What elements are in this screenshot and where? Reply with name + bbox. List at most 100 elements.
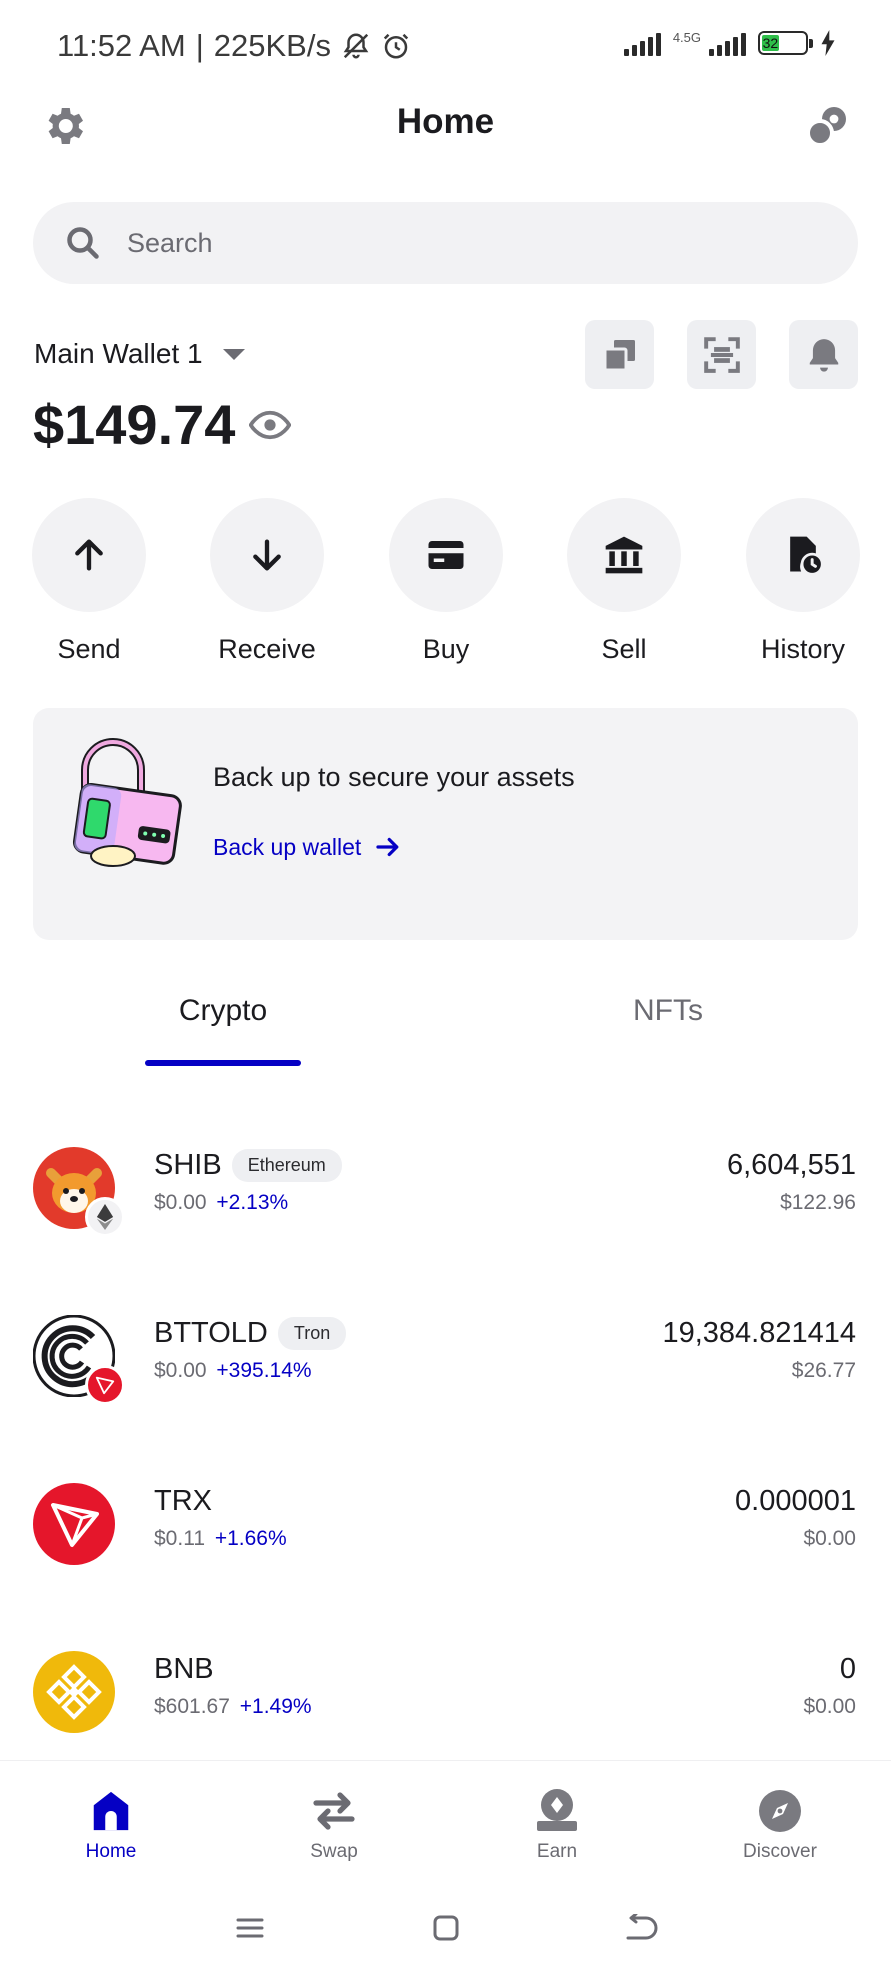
trx-logo-icon <box>33 1483 115 1565</box>
asset-row-bttold[interactable]: BTTOLD Tron $0.00 +395.14% 19,384.821414… <box>32 1303 858 1405</box>
sell-circle[interactable] <box>567 498 681 612</box>
copy-address-button[interactable] <box>585 320 654 389</box>
bank-icon <box>605 536 643 574</box>
asset-price: $0.11 <box>154 1527 205 1550</box>
page-title: Home <box>396 102 495 141</box>
history-button[interactable]: History <box>746 498 860 665</box>
ethereum-badge-icon <box>85 1197 125 1237</box>
wallet-name: Main Wallet 1 <box>34 338 203 369</box>
wallet-balance: $149.74 <box>33 393 236 456</box>
back-icon[interactable] <box>626 1914 660 1942</box>
asset-price: $0.00 <box>154 1359 207 1382</box>
buy-button[interactable]: Buy <box>389 498 503 665</box>
status-separator: | <box>195 28 204 63</box>
backup-wallet-link[interactable]: Back up wallet <box>213 832 403 862</box>
active-tab-indicator <box>145 1060 301 1066</box>
search-bar[interactable] <box>33 202 858 284</box>
send-circle[interactable] <box>32 498 146 612</box>
nav-swap[interactable]: Swap <box>254 1787 414 1863</box>
asset-symbol-row: BNB <box>154 1653 214 1686</box>
asset-price-row: $0.00 +395.14% <box>154 1359 312 1383</box>
compass-icon <box>759 1790 801 1832</box>
tab-crypto[interactable]: Crypto <box>145 994 301 1028</box>
nav-home[interactable]: Home <box>31 1787 191 1863</box>
history-icon <box>790 536 824 576</box>
receive-button[interactable]: Receive <box>210 498 324 665</box>
send-button[interactable]: Send <box>32 498 146 665</box>
nav-discover-label: Discover <box>743 1841 817 1862</box>
asset-symbol: BNB <box>154 1653 214 1685</box>
receive-label: Receive <box>218 634 316 664</box>
card-icon <box>428 541 464 569</box>
send-label: Send <box>57 634 121 664</box>
buy-circle[interactable] <box>389 498 503 612</box>
asset-symbol-row: BTTOLD Tron <box>154 1317 347 1350</box>
home-square-icon[interactable] <box>432 1914 460 1942</box>
wallet-selector[interactable]: Main Wallet 1 <box>34 338 245 370</box>
asset-fiat-value: $0.00 <box>803 1695 856 1718</box>
status-speed: 225KB/s <box>213 28 331 63</box>
buy-label: Buy <box>422 634 470 664</box>
asset-symbol: TRX <box>154 1485 212 1517</box>
receive-circle[interactable] <box>210 498 324 612</box>
backup-card: Back up to secure your assets Back up wa… <box>33 708 858 940</box>
nav-earn[interactable]: Earn <box>477 1787 637 1863</box>
arrow-down-icon <box>253 539 281 571</box>
asset-symbol-row: TRX <box>154 1485 212 1518</box>
search-input[interactable] <box>127 227 727 259</box>
tab-nfts[interactable]: NFTs <box>633 994 703 1028</box>
sell-label: Sell <box>601 634 647 664</box>
asset-fiat-value: $122.96 <box>780 1191 856 1214</box>
asset-fiat-value: $0.00 <box>803 1527 856 1550</box>
signal-icon-2 <box>709 30 746 56</box>
shib-logo-icon <box>33 1147 125 1237</box>
scan-qr-button[interactable] <box>687 320 756 389</box>
history-circle[interactable] <box>746 498 860 612</box>
menu-icon[interactable] <box>236 1916 264 1940</box>
alarm-icon <box>383 33 409 59</box>
bttold-logo-icon <box>32 1314 125 1405</box>
asset-symbol: BTTOLD <box>154 1317 268 1349</box>
earn-icon <box>537 1789 577 1831</box>
asset-symbol: SHIB <box>154 1149 222 1181</box>
tron-badge-icon <box>85 1365 125 1405</box>
asset-price-row: $0.11 +1.66% <box>154 1527 287 1551</box>
bell-icon <box>809 338 838 372</box>
asset-row-bnb[interactable]: BNB $601.67 +1.49% 0 $0.00 <box>33 1639 858 1739</box>
asset-quantity: 0.000001 <box>735 1485 856 1517</box>
asset-quantity: 0 <box>839 1653 856 1685</box>
notifications-button[interactable] <box>789 320 858 389</box>
signal-icon <box>623 30 661 56</box>
swap-icon <box>313 1792 355 1830</box>
battery-level: 32 <box>762 35 779 51</box>
network-type: 4.5G <box>672 30 701 45</box>
asset-change: +1.66% <box>214 1527 287 1550</box>
sell-button[interactable]: Sell <box>567 498 681 665</box>
asset-fiat-value: $26.77 <box>791 1359 856 1382</box>
coins-icon[interactable] <box>803 102 851 150</box>
status-time: 11:52 AM <box>57 28 186 63</box>
scan-icon <box>703 336 740 373</box>
arrow-right-icon <box>376 837 399 857</box>
asset-quantity: 6,604,551 <box>726 1149 856 1181</box>
asset-row-shib[interactable]: SHIB Ethereum $0.00 +2.13% 6,604,551 $12… <box>33 1135 858 1237</box>
copy-icon <box>603 339 635 371</box>
nav-discover[interactable]: Discover <box>700 1787 860 1863</box>
asset-change: +1.49% <box>239 1695 312 1718</box>
nav-swap-label: Swap <box>310 1841 358 1862</box>
padlock-illustration-icon <box>72 738 182 867</box>
history-label: History <box>760 634 845 664</box>
eye-icon[interactable] <box>249 404 292 446</box>
backup-link-label: Back up wallet <box>213 833 362 860</box>
muted-bell-icon <box>343 33 369 59</box>
arrow-up-icon <box>75 539 103 571</box>
backup-title: Back up to secure your assets <box>213 762 575 792</box>
asset-price-row: $0.00 +2.13% <box>154 1191 288 1215</box>
bnb-logo-icon <box>33 1651 115 1733</box>
wallet-balance-row: $149.74 <box>33 392 292 457</box>
asset-row-trx[interactable]: TRX $0.11 +1.66% 0.000001 $0.00 <box>33 1471 858 1571</box>
asset-quantity: 19,384.821414 <box>662 1317 856 1349</box>
chain-badge: Tron <box>277 1317 347 1350</box>
asset-price: $601.67 <box>154 1695 230 1718</box>
status-bar-left: 11:52 AM | 225KB/s <box>57 28 411 64</box>
